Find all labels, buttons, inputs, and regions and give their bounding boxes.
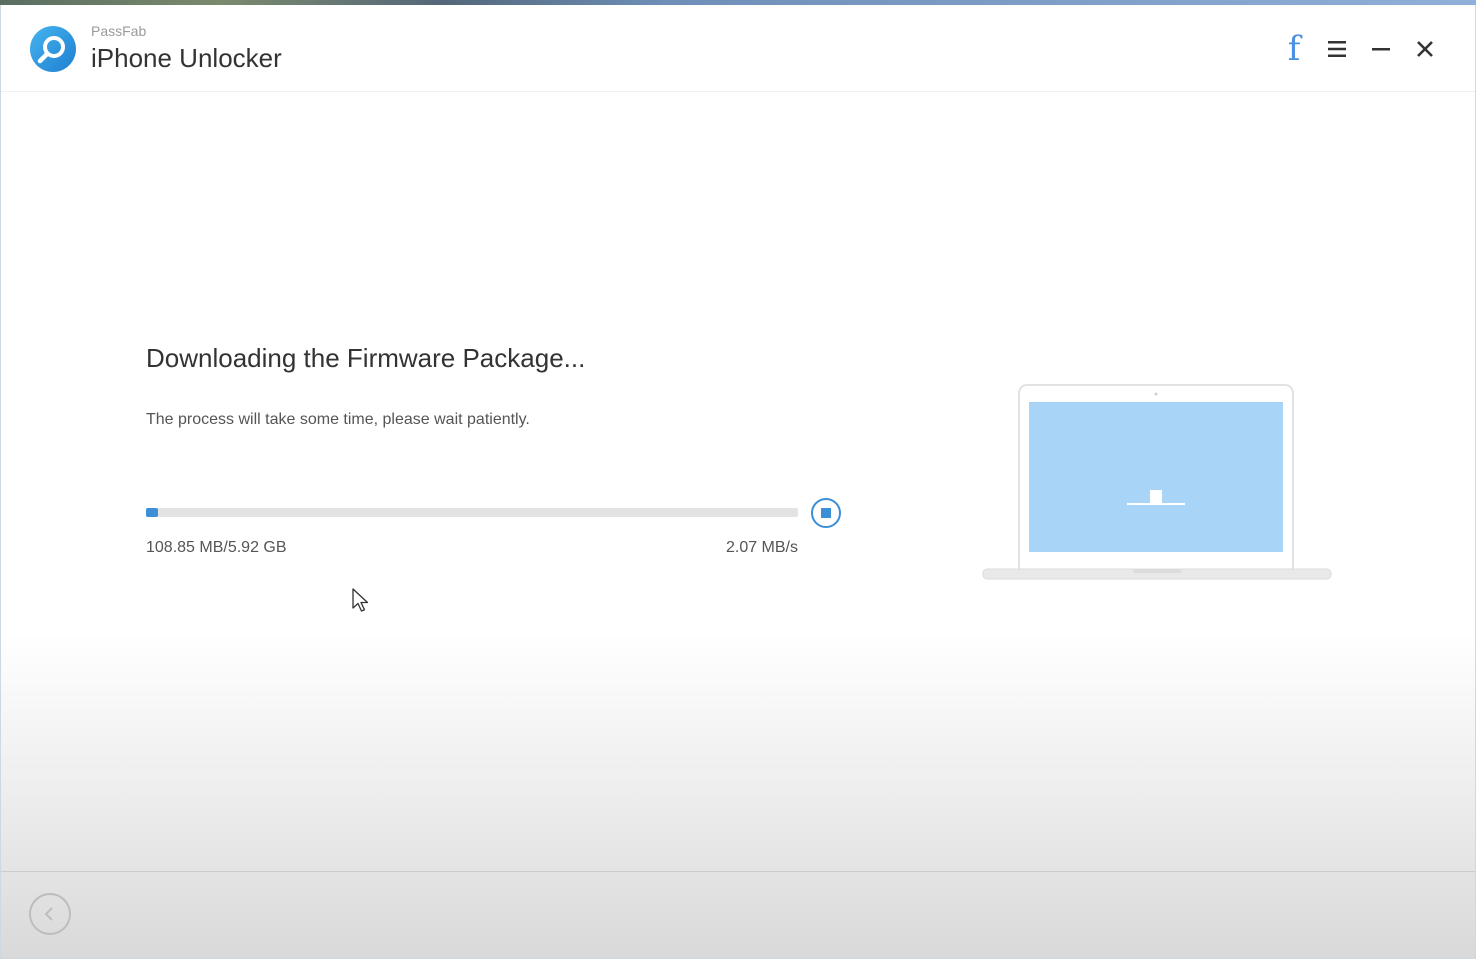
back-arrow-icon [44, 907, 53, 921]
stop-download-button[interactable] [811, 498, 841, 528]
download-size-label: 108.85 MB/5.92 GB [146, 539, 287, 556]
mouse-cursor-icon [352, 588, 369, 612]
title-bar: PassFab iPhone Unlocker f [1, 5, 1475, 92]
passfab-logo-icon [30, 26, 76, 72]
app-window: PassFab iPhone Unlocker f Downloading th… [0, 5, 1476, 959]
download-heading: Downloading the Firmware Package... [146, 343, 586, 373]
minimize-button[interactable] [1363, 27, 1399, 71]
facebook-icon[interactable]: f [1276, 27, 1312, 71]
menu-button[interactable] [1319, 27, 1355, 71]
app-title: iPhone Unlocker [91, 43, 282, 73]
download-speed-label: 2.07 MB/s [725, 539, 798, 556]
minimize-icon [1372, 48, 1390, 51]
back-button[interactable] [29, 893, 71, 935]
laptop-download-icon [982, 384, 1332, 580]
download-progress-bar [146, 508, 798, 517]
download-subtext: The process will take some time, please … [146, 411, 530, 428]
hamburger-menu-icon [1328, 41, 1346, 57]
brand-name: PassFab [91, 23, 147, 39]
close-button[interactable] [1407, 27, 1443, 71]
close-icon [1417, 41, 1433, 57]
footer-divider [1, 871, 1475, 872]
download-progress-fill [146, 508, 158, 517]
stop-icon [821, 508, 831, 518]
